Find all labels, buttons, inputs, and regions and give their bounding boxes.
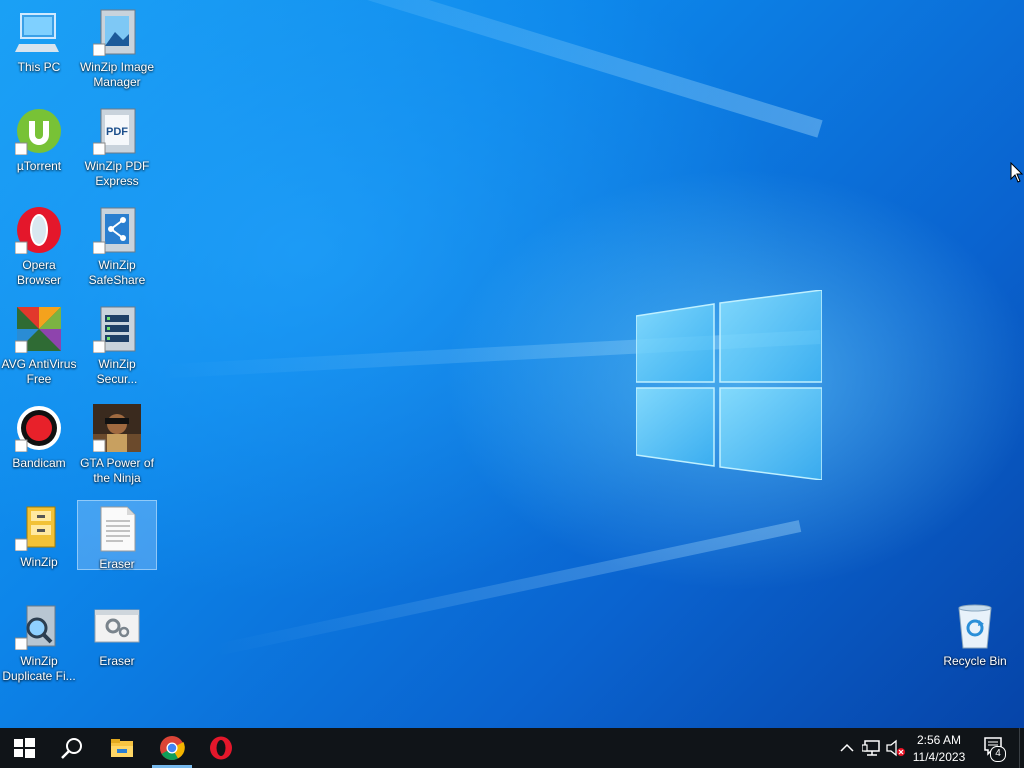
- icon-label: Bandicam: [12, 456, 66, 470]
- opera-icon: [15, 207, 61, 254]
- desktop-icon-recycle-bin[interactable]: Recycle Bin: [936, 598, 1014, 670]
- icon-label: WinZip Secur...: [96, 357, 138, 386]
- notification-count: 4: [995, 748, 1001, 759]
- icon-label: WinZip: [20, 555, 58, 569]
- winzip-pdf-express-icon: PDF: [93, 108, 136, 155]
- winzip-secure-backup-icon: [93, 306, 136, 353]
- desktop-icon-opera[interactable]: Opera Browser: [0, 202, 78, 290]
- icon-label: WinZip SafeShare: [88, 258, 146, 287]
- recycle-bin-icon: [958, 604, 992, 649]
- icon-label: Eraser: [99, 654, 135, 668]
- icon-label: Eraser: [99, 557, 135, 571]
- desktop-icon-eraser-app[interactable]: Eraser: [78, 598, 156, 670]
- icon-label: This PC: [17, 60, 61, 74]
- taskbar-file-explorer[interactable]: [98, 728, 146, 768]
- network-icon[interactable]: [862, 740, 880, 756]
- taskbar: 2:56 AM 11/4/2023 4: [0, 728, 1024, 768]
- icon-label: Opera Browser: [16, 258, 61, 287]
- desktop-icon-avg[interactable]: AVG AntiVirus Free: [0, 301, 78, 389]
- clock-time: 2:56 AM: [916, 733, 962, 747]
- taskbar-opera[interactable]: [197, 728, 245, 768]
- winzip-image-manager-icon: [93, 9, 136, 56]
- icon-label: GTA Power of the Ninja: [80, 456, 154, 485]
- show-desktop-button[interactable]: [1019, 728, 1024, 768]
- icon-label: AVG AntiVirus Free: [1, 357, 77, 386]
- show-hidden-icons-chevron-icon[interactable]: [840, 743, 854, 753]
- desktop-icon-gta[interactable]: GTA Power of the Ninja: [78, 400, 156, 488]
- desktop-icon-bandicam[interactable]: Bandicam: [0, 400, 78, 488]
- desktop-icon-winzip-secure-backup[interactable]: WinZip Secur...: [78, 301, 156, 389]
- gta-icon: [93, 404, 141, 452]
- winzip-safeshare-icon: [93, 207, 136, 254]
- desktop-icon-winzip-duplicate-finder[interactable]: WinZip Duplicate Fi...: [0, 598, 78, 686]
- chrome-icon: [160, 736, 185, 761]
- text-document-icon: [100, 506, 136, 552]
- mouse-cursor-icon: [1010, 162, 1024, 183]
- start-button[interactable]: [0, 728, 48, 768]
- winzip-icon: [15, 506, 56, 551]
- avg-antivirus-icon: [15, 307, 61, 353]
- windows-logo: [636, 290, 822, 480]
- volume-muted-icon[interactable]: [886, 739, 906, 757]
- icon-label: Recycle Bin: [943, 654, 1007, 668]
- file-explorer-icon: [111, 739, 133, 757]
- desktop-icon-winzip-safeshare[interactable]: WinZip SafeShare: [78, 202, 156, 290]
- desktop-icon-this-pc[interactable]: This PC: [0, 4, 78, 92]
- desktop-icon-eraser-document[interactable]: Eraser: [77, 500, 157, 571]
- icon-label: WinZip Image Manager: [79, 60, 155, 89]
- icon-label: µTorrent: [16, 159, 62, 173]
- search-icon: [61, 738, 82, 759]
- icon-label: WinZip PDF Express: [84, 159, 150, 188]
- utorrent-icon: [15, 109, 61, 155]
- light-beam: [147, 0, 823, 138]
- winzip-duplicate-finder-icon: [15, 605, 56, 650]
- svg-text:PDF: PDF: [106, 126, 128, 138]
- taskbar-chrome[interactable]: [148, 728, 196, 768]
- search-button[interactable]: [48, 728, 96, 768]
- eraser-app-icon: [94, 609, 140, 643]
- desktop-icon-winzip-pdf-express[interactable]: PDF WinZip PDF Express: [78, 103, 156, 191]
- light-beam: [211, 520, 802, 657]
- desktop-icon-winzip-image-manager[interactable]: WinZip Image Manager: [78, 4, 156, 92]
- opera-icon: [210, 736, 232, 760]
- icon-label: WinZip Duplicate Fi...: [2, 654, 76, 683]
- desktop-icon-utorrent[interactable]: µTorrent: [0, 103, 78, 191]
- bandicam-icon: [15, 406, 61, 452]
- desktop[interactable]: This PC µTorrent Opera Browser AVG AntiV…: [0, 0, 1024, 728]
- notification-count-badge: 4: [990, 746, 1006, 762]
- clock-date: 11/4/2023: [912, 750, 966, 764]
- clock[interactable]: 2:56 AM 11/4/2023: [908, 731, 970, 765]
- action-center-button[interactable]: 4: [978, 728, 1018, 768]
- this-pc-icon: [15, 13, 59, 52]
- desktop-icon-winzip[interactable]: WinZip: [0, 499, 78, 587]
- start-icon: [14, 738, 35, 758]
